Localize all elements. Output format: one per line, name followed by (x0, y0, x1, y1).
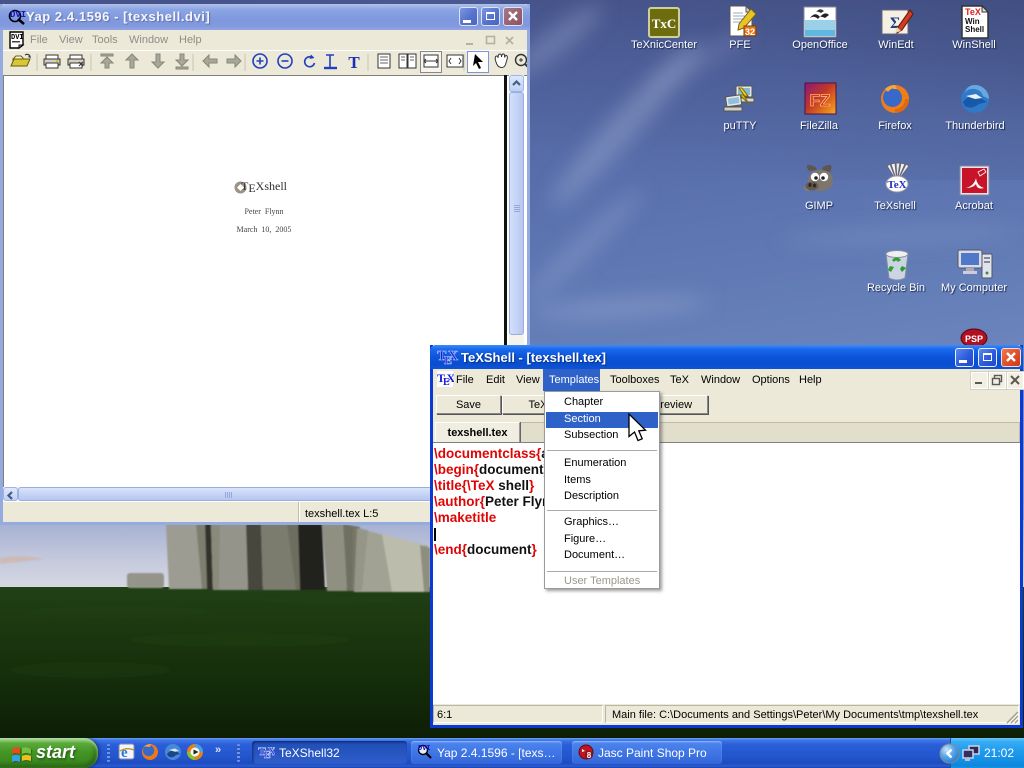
svg-text:32: 32 (745, 27, 755, 37)
svg-text:8: 8 (587, 751, 592, 760)
svg-text:TeX: TeX (965, 7, 981, 17)
svg-text:X: X (448, 349, 458, 364)
svg-text:DVI: DVI (418, 745, 431, 753)
svg-text:e: e (121, 745, 128, 761)
svg-text:X: X (447, 371, 455, 385)
svg-text:TeX: TeX (887, 179, 906, 191)
svg-text:DVI: DVI (10, 10, 26, 20)
svg-text:X: X (268, 744, 276, 758)
svg-text:FZ: FZ (810, 91, 831, 110)
svg-text:Shell: Shell (965, 25, 984, 34)
svg-text:TxC: TxC (652, 16, 677, 31)
svg-text:T: T (348, 53, 360, 72)
svg-text:PSP: PSP (965, 334, 983, 344)
svg-text:DVI: DVI (11, 34, 24, 42)
